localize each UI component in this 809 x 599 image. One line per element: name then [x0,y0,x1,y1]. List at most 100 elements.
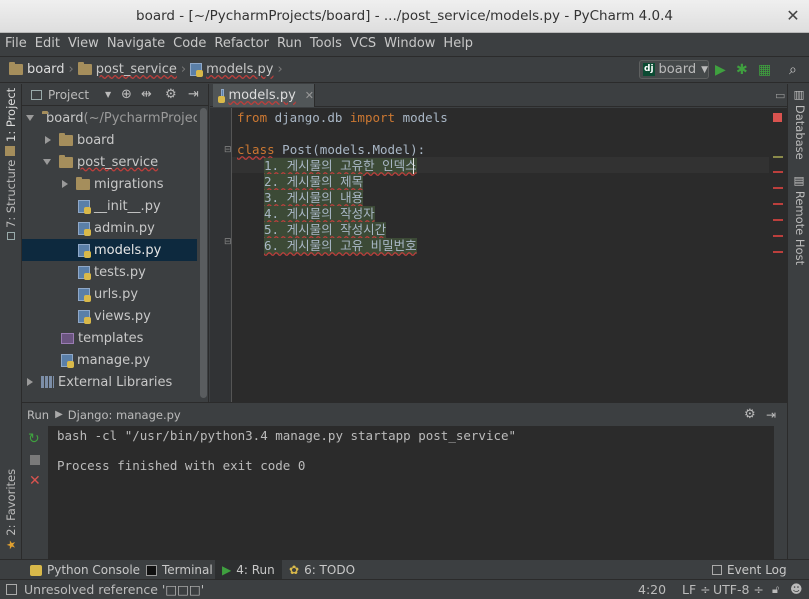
python-file-icon [190,63,204,77]
tab-run[interactable]: ▶ 4: Run [215,560,282,580]
tree-item-views-py[interactable]: views.py [22,305,197,327]
menu-tools[interactable]: Tools [310,33,342,54]
error-stripe[interactable] [769,108,787,402]
close-icon[interactable]: ✕ [29,473,41,489]
code-editor[interactable]: from django.db import models class Post(… [232,108,769,402]
menu-refactor[interactable]: Refactor [214,33,269,54]
fold-end-icon[interactable]: ⊟ [224,237,232,247]
status-message: Unresolved reference '□□□' [24,582,205,597]
menu-navigate[interactable]: Navigate [107,33,165,54]
menu-view[interactable]: View [68,33,99,54]
hide-icon[interactable]: ⇥ [188,87,199,102]
error-mark[interactable] [773,187,783,189]
gear-icon[interactable]: ⚙ [165,87,177,102]
run-panel-config[interactable]: Django: manage.py [68,408,181,422]
run-icon[interactable]: ▶ [715,61,726,79]
tree-item-manage-py[interactable]: manage.py [22,349,197,371]
hide-panel-icon[interactable]: ⇥ [766,408,776,422]
collapse-arrow-icon[interactable] [27,378,33,386]
status-layout-icon[interactable] [6,584,17,595]
stop-icon[interactable] [30,455,40,465]
lock-icon[interactable]: 🔓︎ [772,583,779,597]
debug-icon[interactable]: ✱ [736,61,748,79]
tab-python-console[interactable]: Python Console [30,560,140,580]
code-line-9: 6. 게시물의 고유 비밀번호 [264,238,417,254]
collapse-arrow-icon[interactable] [45,136,51,144]
error-indicator-icon[interactable] [773,113,782,122]
expand-arrow-icon[interactable] [26,115,34,121]
collapse-arrow-icon[interactable] [62,180,68,188]
inspector-icon[interactable]: ☻ [790,582,803,596]
tree-item-tests-py[interactable]: tests.py [22,261,197,283]
menu-edit[interactable]: Edit [35,33,60,54]
breadcrumb-file[interactable]: models.py [206,62,273,77]
warning-mark[interactable] [773,156,783,158]
breadcrumb-folder[interactable]: post_service [96,62,177,77]
tree-item-board[interactable]: board [22,129,197,151]
caret-position[interactable]: 4:20 [638,582,666,597]
tree-item-board-root[interactable]: board (~/PycharmProjects/board) [22,107,197,129]
run-console[interactable]: bash -cl "/usr/bin/python3.4 manage.py s… [49,426,774,559]
tree-item-urls-py[interactable]: urls.py [22,283,197,305]
tab-models-py[interactable]: models.py ✕ [213,84,315,107]
tree-item-post-service[interactable]: post_service [22,151,197,173]
rerun-icon[interactable]: ↻ [28,431,40,447]
menu-file[interactable]: File [5,33,27,54]
tool-window-bar: Python Console Terminal ▶ 4: Run ✿ 6: TO… [0,559,809,580]
python-file-icon [78,199,91,214]
status-bar: Unresolved reference '□□□' 4:20 LF ÷ UTF… [0,579,809,599]
tool-tab-favorites[interactable]: ★2: Favorites [4,469,18,550]
error-mark[interactable] [773,203,783,205]
collapse-icon[interactable]: ⇹ [141,87,152,102]
error-mark[interactable] [773,251,783,253]
breadcrumb: board › post_service › models.py › [9,62,287,77]
run-panel-label: Run [27,407,50,422]
todo-icon: ✿ [289,563,300,577]
close-icon[interactable]: ✕ [785,8,801,24]
run-panel-header: Run ▶ Django: manage.py ⚙ ⇥ [22,402,787,426]
chevron-right-icon: › [277,62,283,77]
menu-vcs[interactable]: VCS [350,33,376,54]
tree-item-external-libraries[interactable]: External Libraries [22,371,197,393]
menu-window[interactable]: Window [384,33,435,54]
project-view-select[interactable]: Project [48,88,89,102]
tool-tab-database[interactable]: ▤Database [793,90,807,160]
tree-item-models-py[interactable]: models.py [22,239,197,261]
tab-event-log[interactable]: Event Log [712,560,787,580]
chevron-down-icon[interactable]: ▼ [105,90,111,99]
error-mark[interactable] [773,171,783,173]
project-panel-header: Project ▼ ⊕ ⇹ ⚙ ⇥ [22,84,208,106]
tool-tab-remote-host[interactable]: ▥Remote Host [793,176,807,265]
menu-code[interactable]: Code [173,33,206,54]
tab-todo[interactable]: ✿ 6: TODO [289,560,355,580]
tab-terminal[interactable]: Terminal [146,560,213,580]
tree-item-templates[interactable]: templates [22,327,197,349]
sync-icon[interactable]: ⊕ [121,87,132,102]
tool-tab-structure[interactable]: 7: Structure [4,160,18,240]
fold-icon[interactable]: ⊟ [224,145,232,155]
line-separator[interactable]: LF ÷ [682,582,711,597]
restore-icon[interactable]: ▭ [775,89,785,102]
tree-item-migrations[interactable]: migrations [22,173,197,195]
error-mark[interactable] [773,235,783,237]
search-icon[interactable]: ⌕ [789,61,797,79]
coverage-icon[interactable]: ▦ [758,61,771,79]
console-scrollbar[interactable] [774,426,787,559]
project-scrollbar[interactable] [200,108,207,398]
run-config-select[interactable]: dj board ▼ [639,60,709,79]
tree-item-init-py[interactable]: __init__.py [22,195,197,217]
editor-tab-bar: models.py ✕ ▭ [210,84,787,107]
menu-run[interactable]: Run [277,33,302,54]
close-icon[interactable]: ✕ [305,89,314,102]
error-mark[interactable] [773,219,783,221]
file-encoding[interactable]: UTF-8 ÷ [713,582,764,597]
breadcrumb-root[interactable]: board [27,62,65,77]
project-tab-icon [5,146,15,156]
menu-help[interactable]: Help [443,33,473,54]
tree-item-admin-py[interactable]: admin.py [22,217,197,239]
expand-arrow-icon[interactable] [43,159,51,165]
tool-tab-project[interactable]: 1: Project [4,88,18,156]
folder-icon [59,132,73,146]
gear-icon[interactable]: ⚙ [744,407,756,422]
run-icon: ▶ [222,563,232,577]
